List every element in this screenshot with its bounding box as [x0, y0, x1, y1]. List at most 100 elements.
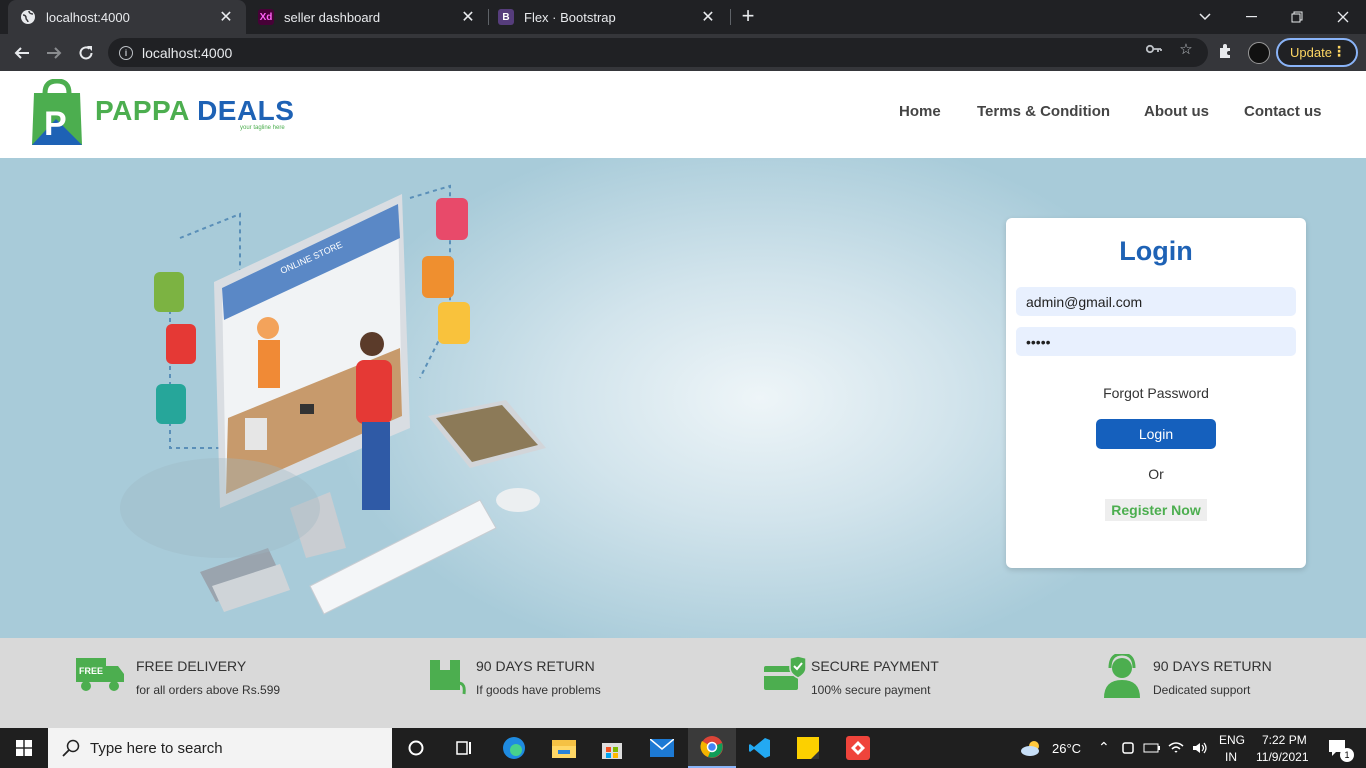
clock-date[interactable]: 11/9/2021 [1256, 750, 1309, 764]
wifi-icon[interactable] [1164, 728, 1188, 768]
svg-text:FREE: FREE [79, 666, 103, 676]
cortana-icon[interactable] [392, 728, 440, 768]
close-icon[interactable]: ✕ [218, 7, 234, 27]
online-store-illustration: ONLINE STORE [120, 184, 546, 615]
close-icon[interactable]: ✕ [700, 7, 716, 27]
back-arrow-icon[interactable] [9, 40, 35, 66]
svg-text:P: P [44, 105, 67, 143]
windows-start-icon[interactable] [0, 728, 48, 768]
nav-terms[interactable]: Terms & Condition [977, 103, 1110, 120]
site-header: P PAPPA DEALS your tagline here Home Ter… [0, 71, 1366, 158]
extensions-puzzle-icon[interactable] [1218, 43, 1234, 59]
features-bar: FREE FREE DELIVERY for all orders above … [0, 638, 1366, 728]
address-url: localhost:4000 [142, 44, 233, 61]
task-view-icon[interactable] [440, 728, 488, 768]
feature-subtitle: for all orders above Rs.599 [136, 683, 281, 697]
notification-icon[interactable]: 1 [1318, 728, 1358, 768]
nav-contact[interactable]: Contact us [1244, 103, 1322, 120]
profile-avatar[interactable] [1248, 42, 1270, 64]
login-button[interactable]: Login [1096, 419, 1216, 449]
vscode-icon[interactable] [736, 728, 784, 768]
or-divider-text: Or [1148, 466, 1164, 482]
password-field[interactable] [1016, 327, 1296, 356]
feature-title: SECURE PAYMENT [811, 658, 939, 674]
close-window-icon[interactable] [1320, 0, 1366, 34]
heart-app-icon [436, 198, 468, 240]
search-placeholder: Type here to search [90, 739, 223, 757]
forgot-password-link[interactable]: Forgot Password [1006, 385, 1306, 401]
nav-about[interactable]: About us [1144, 103, 1209, 120]
tab-localhost[interactable]: localhost:4000 ✕ [8, 0, 246, 34]
chart-app-icon [166, 324, 196, 364]
sticky-notes-icon[interactable] [784, 728, 832, 768]
tab-search-chevron-icon[interactable] [1182, 0, 1228, 34]
feature-subtitle: Dedicated support [1153, 683, 1251, 697]
tab-seller-dashboard[interactable]: Xd seller dashboard ✕ [246, 0, 488, 34]
feature-secure-payment: SECURE PAYMENT 100% secure payment [764, 654, 1004, 704]
tab-divider [730, 9, 731, 25]
restore-icon[interactable] [1274, 0, 1320, 34]
reload-icon[interactable] [73, 40, 99, 66]
language-indicator[interactable]: ENG [1219, 733, 1245, 747]
forward-arrow-icon[interactable] [41, 40, 67, 66]
return-box-icon [430, 660, 466, 695]
brand-name: PAPPA DEALS [95, 95, 295, 126]
support-agent-icon [1104, 654, 1140, 698]
login-card: Login Forgot Password Login Or Register … [1006, 218, 1306, 568]
volume-icon[interactable] [1188, 728, 1212, 768]
key-icon[interactable] [1146, 41, 1162, 57]
truck-icon: FREE [76, 658, 124, 691]
feature-subtitle: 100% secure payment [811, 683, 931, 697]
location-app-icon [438, 302, 470, 344]
feature-title: 90 DAYS RETURN [476, 658, 595, 674]
tab-title: localhost:4000 [46, 9, 130, 25]
email-field[interactable] [1016, 287, 1296, 316]
search-icon [62, 739, 80, 757]
tab-flex-bootstrap[interactable]: B Flex · Bootstrap ✕ [486, 0, 728, 34]
feature-title: FREE DELIVERY [136, 658, 247, 674]
bootstrap-icon: B [498, 9, 514, 25]
taskbar-search-box[interactable]: Type here to search [48, 728, 392, 768]
bookmark-star-icon[interactable]: ☆ [1178, 41, 1194, 58]
close-icon[interactable]: ✕ [460, 7, 476, 27]
battery-icon[interactable] [1140, 728, 1164, 768]
meet-now-icon[interactable] [1116, 728, 1140, 768]
site-info-icon[interactable]: i [119, 45, 133, 60]
feature-free-delivery: FREE FREE DELIVERY for all orders above … [76, 654, 336, 704]
store-icon[interactable] [588, 728, 636, 768]
address-bar[interactable]: i localhost:4000 [108, 38, 1208, 67]
globe-icon [20, 9, 36, 25]
tab-title: Flex · Bootstrap [524, 9, 616, 25]
login-title: Login [1119, 236, 1193, 266]
xd-icon: Xd [258, 9, 274, 25]
brand-tagline: your tagline here [240, 125, 285, 131]
chevron-up-icon[interactable]: ⌃ [1098, 739, 1110, 756]
edge-icon[interactable] [490, 728, 538, 768]
secure-card-icon [764, 655, 807, 690]
file-explorer-icon[interactable] [540, 728, 588, 768]
browser-toolbar: i localhost:4000 ☆ Update ⋮ [0, 34, 1366, 71]
mail-icon[interactable] [638, 728, 686, 768]
update-label: Update [1290, 45, 1332, 60]
hero-section: ONLINE STORE Login Forgot Password Login… [0, 158, 1366, 638]
feature-title: 90 DAYS RETURN [1153, 658, 1272, 674]
weather-temperature[interactable]: 26°C [1052, 741, 1081, 756]
weather-cloud-icon[interactable] [1016, 728, 1046, 768]
region-indicator[interactable]: IN [1225, 750, 1237, 764]
menu-dots-icon: ⋮ [1332, 43, 1346, 59]
update-button[interactable]: Update ⋮ [1276, 38, 1358, 67]
tab-title: seller dashboard [284, 9, 381, 25]
new-tab-icon[interactable]: + [736, 5, 760, 29]
chrome-icon[interactable] [688, 728, 736, 768]
nav-home[interactable]: Home [899, 103, 941, 120]
feature-subtitle: If goods have problems [476, 683, 601, 697]
minimize-icon[interactable] [1228, 0, 1274, 34]
gears-app-icon [154, 272, 184, 312]
anydesk-icon[interactable] [834, 728, 882, 768]
globe-app-icon [156, 384, 186, 424]
register-now-button[interactable]: Register Now [1105, 499, 1207, 521]
windows-taskbar: Type here to search 26°C ⌃ ENG IN 7:22 P… [0, 728, 1366, 768]
clock-time[interactable]: 7:22 PM [1262, 733, 1307, 747]
shield-app-icon [422, 256, 454, 298]
notification-count-badge: 1 [1340, 748, 1354, 762]
